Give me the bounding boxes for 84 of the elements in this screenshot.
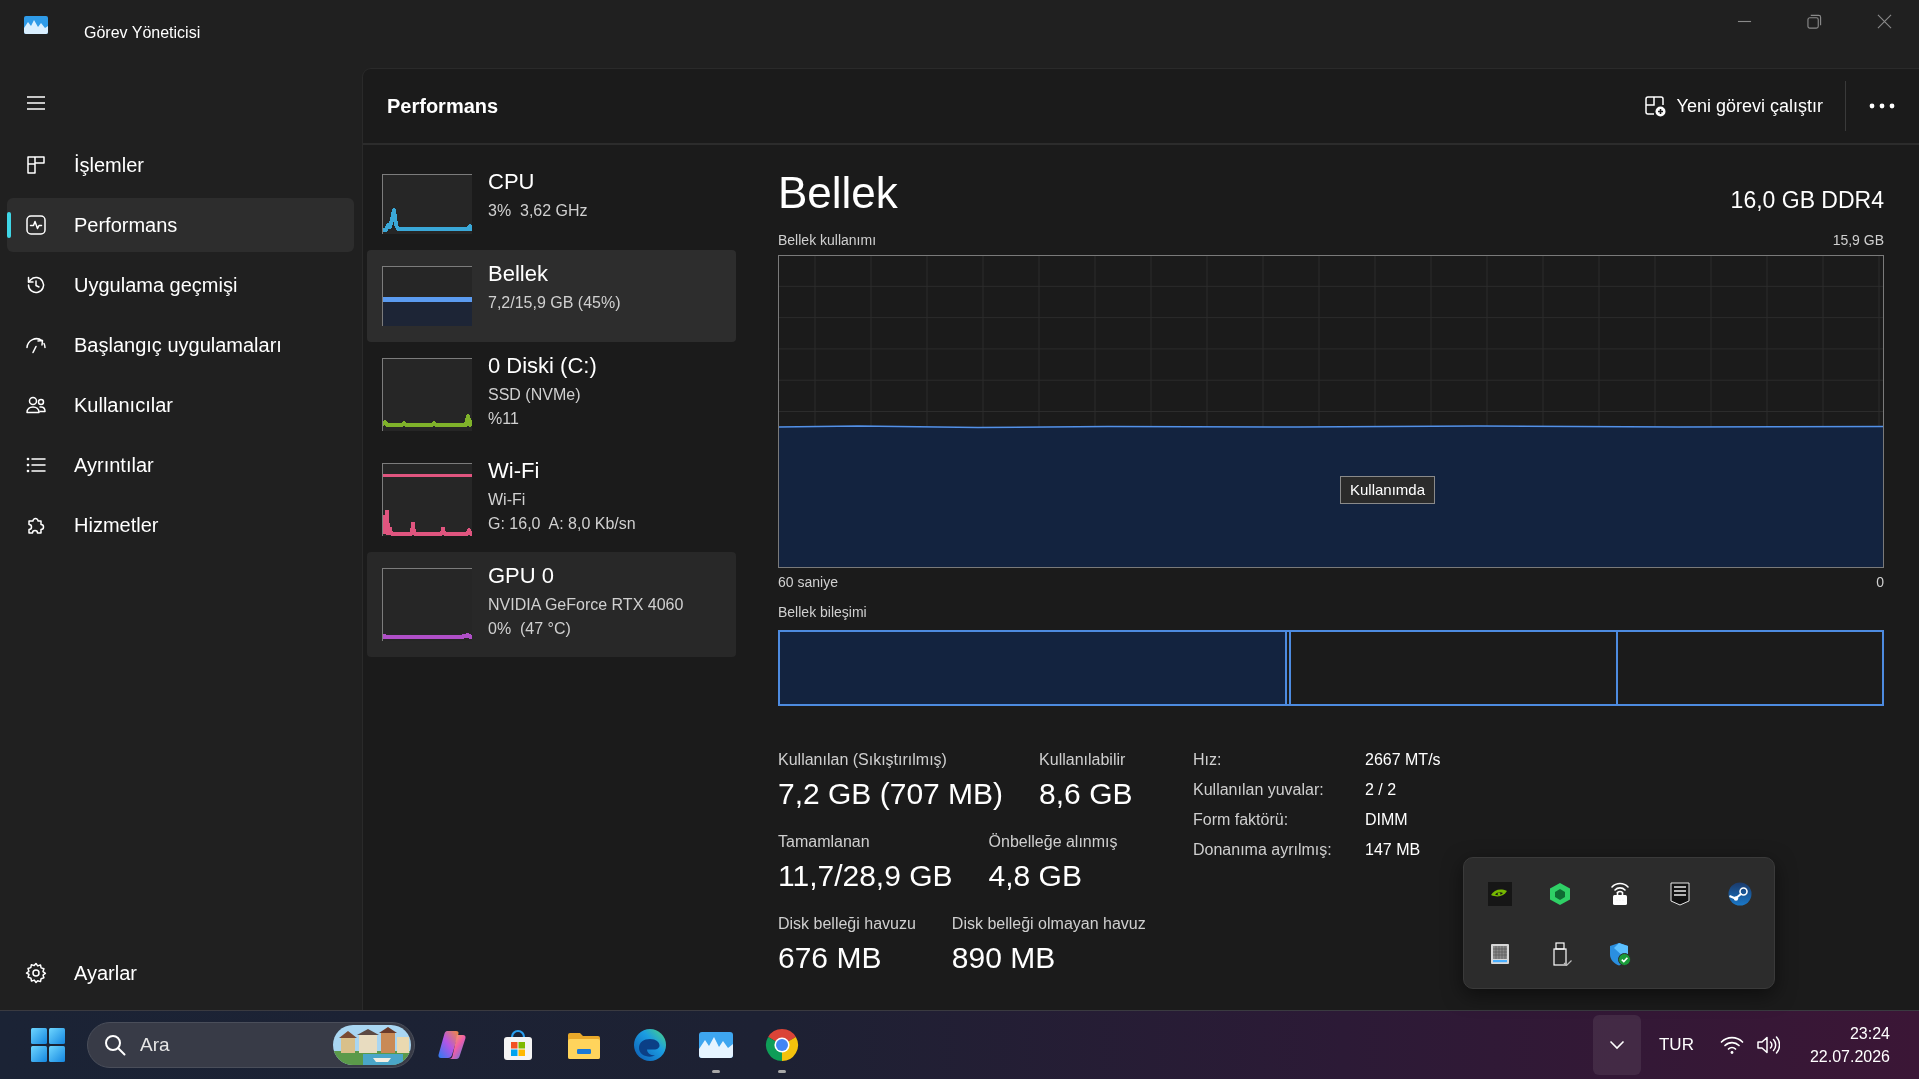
search-field[interactable]: Ara	[87, 1022, 415, 1068]
resource-detail: 0% (47 °C)	[488, 619, 572, 639]
property-label: Donanıma ayrılmış:	[1193, 840, 1333, 860]
search-icon	[104, 1034, 126, 1056]
circle-logo-icon[interactable]	[1728, 882, 1752, 906]
stat-label: Kullanılabilir	[1039, 750, 1127, 770]
property-value: 2 / 2	[1365, 780, 1398, 800]
window-plus-icon	[1642, 94, 1667, 118]
page-title: Performans	[387, 94, 499, 118]
stat-value: 890 MB	[951, 940, 1057, 976]
resource-detail: 7,2/15,9 GB (45%)	[488, 293, 621, 313]
graph-label: Bellek kullanımı	[778, 231, 877, 249]
stat-label: Kullanılan (Sıkıştırılmış)	[778, 750, 948, 770]
wifi-icon[interactable]	[1719, 1035, 1744, 1055]
sidebar-item[interactable]: Performans	[7, 198, 354, 252]
tricolor-circle-icon[interactable]	[764, 1027, 800, 1063]
section-label: Bellek bileşimi	[778, 603, 867, 621]
sidebar-item[interactable]: Kullanıcılar	[7, 378, 354, 432]
speaker-icon[interactable]	[1755, 1035, 1780, 1055]
stat-label: Tamamlanan	[778, 832, 871, 852]
stat-value: 11,7/28,9 GB	[778, 858, 953, 894]
new-task-button[interactable]: Yeni görevi çalıştır	[1630, 86, 1835, 126]
resource-name: GPU 0	[488, 562, 556, 590]
resource-detail: %11	[488, 409, 520, 429]
property-value: 2667 MT/s	[1365, 750, 1441, 770]
resource-name: Bellek	[488, 260, 549, 288]
four-tiles-icon[interactable]	[31, 1028, 65, 1062]
time-axis-label: 60 saniye	[778, 573, 838, 591]
sidebar-item[interactable]: Uygulama geçmişi	[7, 258, 354, 312]
resource-name: 0 Diski (C:)	[488, 352, 597, 380]
grid-tile-icon[interactable]	[1488, 942, 1512, 966]
graph-max-label: 15,9 GB	[1832, 231, 1884, 249]
property-label: Kullanılan yuvalar:	[1193, 780, 1325, 800]
pulse-icon	[24, 213, 48, 237]
settings-item[interactable]: Ayarlar	[7, 946, 354, 1000]
hexagon-logo-icon[interactable]	[1548, 882, 1572, 906]
clock-time: 23:24	[1849, 1024, 1890, 1044]
sidebar-item[interactable]: Başlangıç uygulamaları	[7, 318, 354, 372]
search-input[interactable]: Ara	[140, 1034, 333, 1056]
time-axis-label: 0	[1876, 573, 1884, 591]
stat-label: Disk belleği havuzu	[778, 914, 916, 934]
resource-detail: NVIDIA GeForce RTX 4060	[488, 595, 684, 615]
shield-check-icon[interactable]	[1608, 942, 1632, 966]
resource-item[interactable]: GPU 0 NVIDIA GeForce RTX 4060 0% (47 °C)	[367, 552, 736, 657]
stat-label: Disk belleği olmayan havuz	[951, 914, 1146, 934]
resource-item[interactable]: Wi-Fi Wi-Fi G: 16,0 A: 8,0 Kb/sn	[367, 447, 736, 552]
resource-detail: G: 16,0 A: 8,0 Kb/sn	[488, 514, 636, 534]
memory-spec: 16,0 GB DDR4	[1730, 187, 1884, 214]
close-icon[interactable]	[1876, 13, 1892, 29]
property-label: Hız:	[1193, 750, 1223, 770]
graph-tooltip: Kullanımda	[1340, 476, 1436, 504]
resource-name: CPU	[488, 168, 536, 196]
stat-value: 4,8 GB	[988, 858, 1083, 894]
resource-name: Wi-Fi	[488, 457, 541, 485]
resource-item[interactable]: 0 Diski (C:) SSD (NVMe) %11	[367, 342, 736, 447]
resource-detail: SSD (NVMe)	[488, 385, 582, 405]
clock-date: 22.07.2026	[1809, 1047, 1890, 1067]
property-label: Form faktörü:	[1193, 810, 1290, 830]
eye-logo-icon[interactable]	[1488, 882, 1512, 906]
resource-item[interactable]: Bellek 7,2/15,9 GB (45%)	[367, 250, 736, 342]
shield-logo-icon[interactable]	[1668, 882, 1692, 906]
overlapping-squares-icon[interactable]	[1806, 13, 1822, 29]
stat-label: Önbelleğe alınmış	[988, 832, 1118, 852]
resource-item[interactable]: CPU 3% 3,62 GHz	[367, 158, 736, 250]
settings-icon	[24, 961, 48, 985]
window-title: Görev Yöneticisi	[84, 23, 201, 43]
stat-value: 676 MB	[778, 940, 883, 976]
wireless-lock-icon[interactable]	[1608, 882, 1632, 906]
resource-detail: Wi-Fi	[488, 490, 527, 510]
stat-value: 7,2 GB (707 MB)	[778, 776, 1004, 812]
language-indicator[interactable]: TUR	[1658, 1035, 1694, 1055]
wave-chart-icon	[24, 16, 48, 34]
grid-icon	[24, 153, 48, 177]
detail-title: Bellek	[778, 167, 898, 219]
wave-circle-icon[interactable]	[632, 1027, 668, 1063]
sidebar-item[interactable]: Ayrıntılar	[7, 438, 354, 492]
ellipsis-icon[interactable]	[1869, 103, 1895, 109]
chevron-down-icon	[1608, 1040, 1625, 1050]
sidebar-item[interactable]: Hizmetler	[7, 498, 354, 552]
property-value: 147 MB	[1365, 840, 1422, 860]
stat-value: 8,6 GB	[1039, 776, 1133, 812]
resource-detail: 3% 3,62 GHz	[488, 201, 588, 221]
property-value: DIMM	[1365, 810, 1409, 830]
sidebar-item[interactable]: İşlemler	[7, 138, 354, 192]
